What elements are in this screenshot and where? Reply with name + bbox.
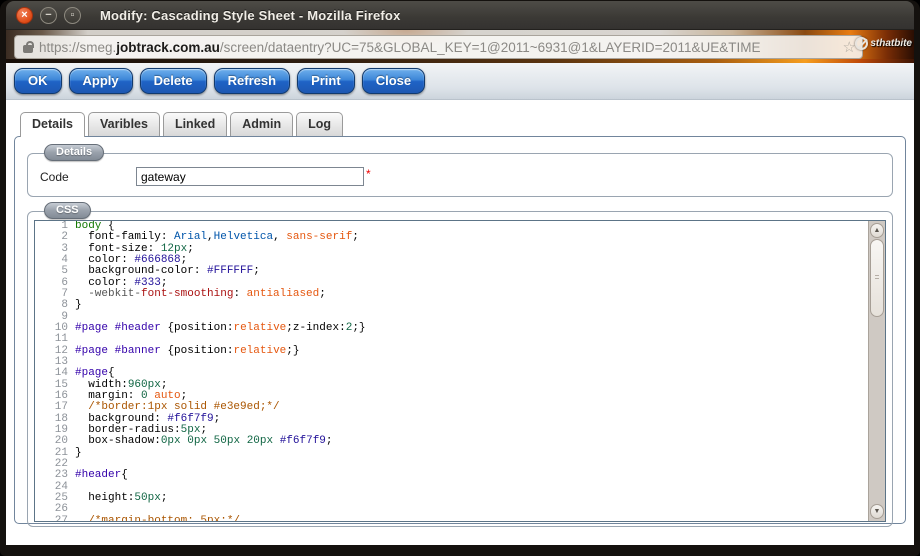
code-line[interactable]: 7 -webkit-font-smoothing: antialiased; xyxy=(35,289,868,300)
tab-strip: Details Varibles Linked Admin Log xyxy=(20,112,906,136)
required-marker: * xyxy=(366,167,371,181)
code-lines[interactable]: 1body {2 font-family: Arial,Helvetica, s… xyxy=(35,221,868,521)
command-toolbar: OK Apply Delete Refresh Print Close xyxy=(6,63,914,100)
code-line[interactable]: 8} xyxy=(35,300,868,311)
url-host: jobtrack.com.au xyxy=(116,40,220,55)
print-button[interactable]: Print xyxy=(297,68,355,94)
tab-linked[interactable]: Linked xyxy=(163,112,227,136)
window-title: Modify: Cascading Style Sheet - Mozilla … xyxy=(100,8,401,23)
page-content: Details Varibles Linked Admin Log Detail… xyxy=(6,100,914,545)
url-text[interactable]: https://smeg.jobtrack.com.au/screen/data… xyxy=(39,40,839,55)
ok-button[interactable]: OK xyxy=(14,68,62,94)
details-tab-panel: Details Code * CSS 1body {2 font-family:… xyxy=(14,136,906,524)
tab-log[interactable]: Log xyxy=(296,112,343,136)
refresh-button[interactable]: Refresh xyxy=(214,68,290,94)
url-bar[interactable]: https://smeg.jobtrack.com.au/screen/data… xyxy=(14,35,863,59)
delete-button[interactable]: Delete xyxy=(140,68,207,94)
code-line[interactable]: 20 box-shadow:0px 0px 50px 20px #f6f7f9; xyxy=(35,436,868,447)
code-input[interactable] xyxy=(136,167,364,186)
code-line[interactable]: 27 /*margin-bottom: 5px;*/ xyxy=(35,516,868,521)
tab-varibles[interactable]: Varibles xyxy=(88,112,160,136)
apply-button[interactable]: Apply xyxy=(69,68,133,94)
scroll-up-icon[interactable]: ▲ xyxy=(870,223,884,238)
theme-logo: sthatbite xyxy=(855,37,912,50)
window-minimize-button[interactable]: − xyxy=(40,7,57,24)
bookmark-star-icon[interactable]: ☆ xyxy=(843,38,856,56)
tab-details[interactable]: Details xyxy=(20,112,85,137)
theme-logo-text: sthatbite xyxy=(870,38,912,49)
code-field-row: Code * xyxy=(28,154,892,186)
code-line[interactable]: 22 xyxy=(35,459,868,470)
title-bar: × − ▫ Modify: Cascading Style Sheet - Mo… xyxy=(6,1,914,30)
code-line[interactable]: 23#header{ xyxy=(35,470,868,481)
https-lock-icon xyxy=(23,45,33,53)
window-maximize-button[interactable]: ▫ xyxy=(64,7,81,24)
code-line[interactable]: 10#page #header {position:relative;z-ind… xyxy=(35,323,868,334)
css-code-editor[interactable]: 1body {2 font-family: Arial,Helvetica, s… xyxy=(34,220,886,522)
tab-admin[interactable]: Admin xyxy=(230,112,293,136)
code-line[interactable]: 13 xyxy=(35,357,868,368)
details-legend: Details xyxy=(44,144,104,161)
close-button[interactable]: Close xyxy=(362,68,425,94)
prohibition-icon xyxy=(855,37,868,50)
url-scheme: https://smeg. xyxy=(39,40,116,55)
code-line[interactable]: 12#page #banner {position:relative;} xyxy=(35,346,868,357)
css-fieldset: CSS 1body {2 font-family: Arial,Helvetic… xyxy=(27,211,893,527)
css-legend: CSS xyxy=(44,202,91,219)
code-line[interactable]: 25 height:50px; xyxy=(35,493,868,504)
window-close-button[interactable]: × xyxy=(16,7,33,24)
url-path: /screen/dataentry?UC=75&GLOBAL_KEY=1@201… xyxy=(220,40,761,55)
code-field-label: Code xyxy=(40,170,136,184)
editor-scrollbar[interactable]: ▲ ▼ xyxy=(868,221,885,521)
navigation-toolbar: https://smeg.jobtrack.com.au/screen/data… xyxy=(6,30,914,63)
details-fieldset: Details Code * xyxy=(27,153,893,197)
scrollbar-thumb[interactable] xyxy=(870,239,884,317)
code-line[interactable]: 21} xyxy=(35,448,868,459)
browser-window: × − ▫ Modify: Cascading Style Sheet - Mo… xyxy=(0,0,920,556)
scroll-down-icon[interactable]: ▼ xyxy=(870,504,884,519)
